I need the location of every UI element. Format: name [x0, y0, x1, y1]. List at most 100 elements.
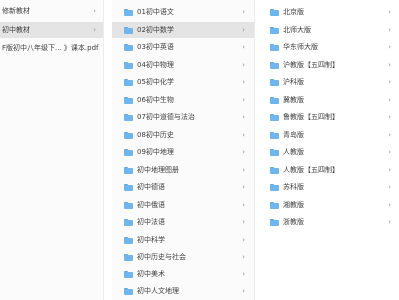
item-label: 初中历史与社会 [137, 253, 186, 261]
list-item-col1-2[interactable]: F版初中八年级下... 》课本.pdf [0, 40, 103, 56]
list-item-col2-0[interactable]: 01初中语文 › [112, 4, 254, 20]
item-label: 沪科版 [283, 78, 304, 86]
folder-icon [124, 26, 133, 34]
list-item-col2-9[interactable]: 初中地理图册 › [112, 162, 254, 178]
list-item-col3-1[interactable]: 北师大版 › [265, 22, 399, 38]
list-item-col3-3[interactable]: 沪教版【五四制】 › [265, 57, 399, 73]
item-label: 初中法语 [137, 218, 165, 226]
item-label: 初中教材 [2, 26, 30, 34]
chevron-right-icon: › [388, 201, 391, 209]
folder-icon [270, 183, 279, 191]
list-item-col3-8[interactable]: 人教版 › [265, 144, 399, 160]
folder-icon [124, 287, 133, 295]
folder-icon [270, 166, 279, 174]
list-item-col2-3[interactable]: 04初中物理 › [112, 57, 254, 73]
chevron-right-icon: › [93, 7, 96, 15]
folder-icon [270, 8, 279, 16]
list-item-col2-6[interactable]: 07初中道德与法治 › [112, 109, 254, 125]
list-item-col2-7[interactable]: 08初中历史 › [112, 127, 254, 143]
folder-icon [124, 131, 133, 139]
item-label: 浙教版 [283, 218, 304, 226]
item-label: 09初中地理 [137, 148, 174, 156]
list-item-col3-6[interactable]: 鲁教版【五四制】 › [265, 109, 399, 125]
folder-icon [124, 8, 133, 16]
folder-icon [270, 148, 279, 156]
list-item-col2-11[interactable]: 初中俄语 › [112, 197, 254, 213]
folder-icon [124, 183, 133, 191]
folder-icon [270, 96, 279, 104]
list-item-col3-7[interactable]: 青岛版 › [265, 127, 399, 143]
item-label: 人教版 [283, 148, 304, 156]
list-item-col2-8[interactable]: 09初中地理 › [112, 144, 254, 160]
item-label: 初中地理图册 [137, 166, 179, 174]
list-item-col2-13[interactable]: 初中科学 › [112, 232, 254, 248]
list-item-col2-4[interactable]: 05初中化学 › [112, 74, 254, 90]
item-label: 08初中历史 [137, 131, 174, 139]
list-item-col3-11[interactable]: 湘教版 › [265, 197, 399, 213]
chevron-right-icon: › [388, 26, 391, 34]
list-item-col2-16[interactable]: 初中人文地理 › [112, 283, 254, 299]
folder-icon [270, 201, 279, 209]
list-item-col3-4[interactable]: 沪科版 › [265, 74, 399, 90]
list-item-col2-12[interactable]: 初中法语 › [112, 214, 254, 230]
folder-icon [124, 236, 133, 244]
chevron-right-icon: › [388, 131, 391, 139]
folder-icon [270, 43, 279, 51]
list-item-col2-5[interactable]: 06初中生物 › [112, 92, 254, 108]
item-label: 北京版 [283, 8, 304, 16]
folder-icon [124, 166, 133, 174]
chevron-right-icon: › [388, 8, 391, 16]
item-label: 北师大版 [283, 26, 311, 34]
list-item-col2-1[interactable]: 02初中数学 › [112, 22, 254, 38]
chevron-right-icon: › [388, 113, 391, 121]
folder-icon [270, 113, 279, 121]
folder-icon [270, 26, 279, 34]
folder-icon [124, 113, 133, 121]
column-editions: 北京版 › 北师大版 › 华东师大版 › 沪教版【五四制】 › 沪科版 › 冀教… [265, 0, 399, 300]
list-item-col1-1[interactable]: 初中教材 › [0, 22, 103, 38]
item-label: 05初中化学 [137, 78, 174, 86]
item-label: 修新教材 [2, 7, 30, 15]
item-label: 初中人文地理 [137, 287, 179, 295]
chevron-right-icon: › [242, 270, 245, 278]
chevron-right-icon: › [388, 96, 391, 104]
folder-icon [124, 96, 133, 104]
list-item-col2-15[interactable]: 初中美术 › [112, 266, 254, 282]
chevron-right-icon: › [242, 8, 245, 16]
folder-icon [124, 218, 133, 226]
item-label: 03初中英语 [137, 43, 174, 51]
chevron-right-icon: › [242, 218, 245, 226]
list-item-col2-2[interactable]: 03初中英语 › [112, 39, 254, 55]
list-item-col3-0[interactable]: 北京版 › [265, 4, 399, 20]
list-item-col3-12[interactable]: 浙教版 › [265, 214, 399, 230]
chevron-right-icon: › [388, 78, 391, 86]
folder-icon [124, 201, 133, 209]
item-label: 苏科版 [283, 183, 304, 191]
item-label: 初中俄语 [137, 201, 165, 209]
chevron-right-icon: › [242, 113, 245, 121]
list-item-col3-9[interactable]: 人教版【五四制】 › [265, 162, 399, 178]
folder-icon [124, 43, 133, 51]
folder-icon [270, 78, 279, 86]
column-root: 修新教材 › 初中教材 › F版初中八年级下... 》课本.pdf [0, 0, 104, 300]
item-label: 01初中语文 [137, 8, 174, 16]
list-item-col1-0[interactable]: 修新教材 › [0, 3, 103, 19]
item-label: 冀教版 [283, 96, 304, 104]
chevron-right-icon: › [242, 43, 245, 51]
item-label: 沪教版【五四制】 [283, 61, 339, 69]
folder-icon [270, 218, 279, 226]
item-label: 初中美术 [137, 270, 165, 278]
column-textbooks: 01初中语文 › 02初中数学 › 03初中英语 › 04初中物理 › 05初中… [112, 0, 255, 300]
list-item-col2-10[interactable]: 初中德语 › [112, 179, 254, 195]
folder-icon [124, 61, 133, 69]
item-label: F版初中八年级下... 》课本.pdf [2, 44, 99, 52]
item-label: 初中科学 [137, 236, 165, 244]
item-label: 华东师大版 [283, 43, 318, 51]
list-item-col3-2[interactable]: 华东师大版 › [265, 39, 399, 55]
list-item-col3-5[interactable]: 冀教版 › [265, 92, 399, 108]
chevron-right-icon: › [242, 96, 245, 104]
list-item-col2-14[interactable]: 初中历史与社会 › [112, 249, 254, 265]
list-item-col3-10[interactable]: 苏科版 › [265, 179, 399, 195]
folder-icon [270, 131, 279, 139]
item-label: 02初中数学 [137, 26, 174, 34]
